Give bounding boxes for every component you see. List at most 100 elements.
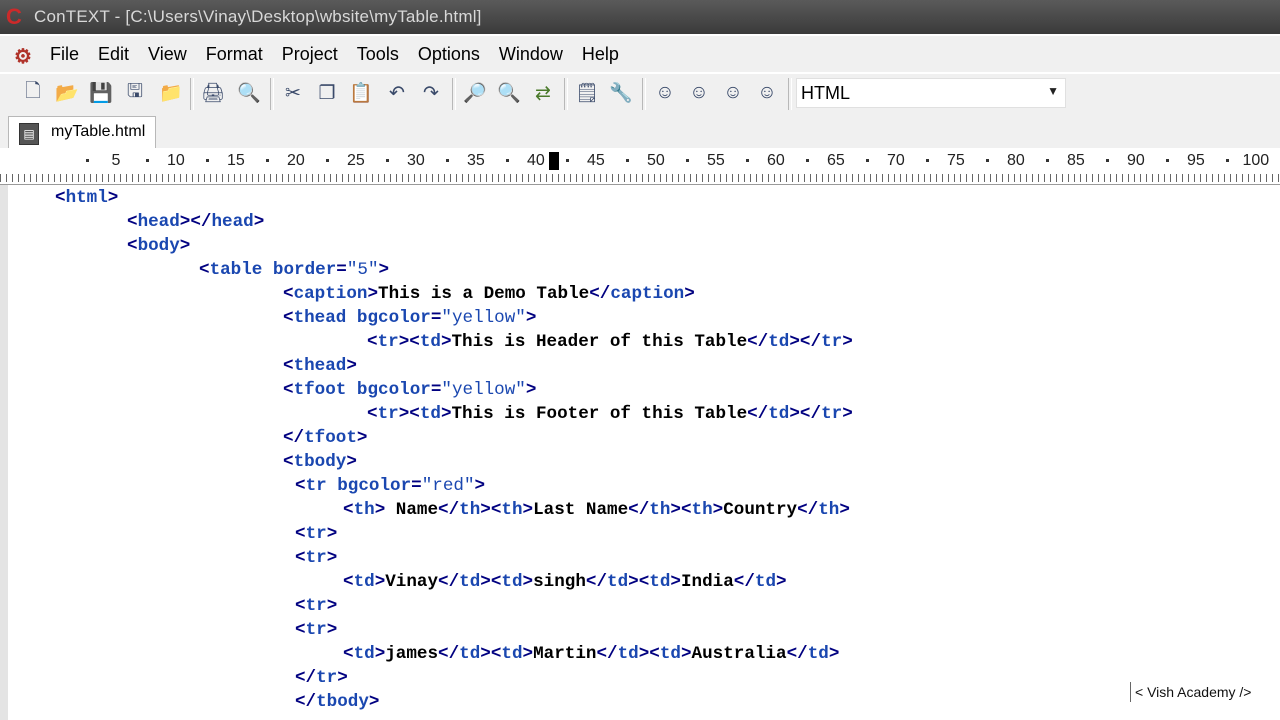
save-icon[interactable]: 💾 bbox=[88, 80, 114, 106]
code-text: singh bbox=[533, 572, 586, 592]
code-line[interactable]: <tfoot bgcolor="yellow"> bbox=[283, 378, 536, 402]
print-icon[interactable]: 🖨 bbox=[200, 80, 226, 106]
find-next-icon[interactable]: 🔍 bbox=[496, 80, 522, 106]
code-text: Martin bbox=[533, 644, 597, 664]
menu-format[interactable]: Format bbox=[206, 44, 272, 65]
code-line[interactable]: <tr> bbox=[295, 522, 337, 546]
code-punctuation: >< bbox=[670, 500, 692, 520]
code-punctuation: </ bbox=[786, 644, 808, 664]
code-line[interactable]: <tbody> bbox=[283, 450, 357, 474]
new-file-icon[interactable]: 🗋 bbox=[20, 80, 46, 106]
ruler-mark: 65 bbox=[827, 152, 845, 169]
open-folder-2-icon[interactable]: 📁 bbox=[158, 80, 184, 106]
code-tag: td bbox=[807, 644, 829, 664]
ruler-dot bbox=[686, 159, 689, 162]
ruler-dot bbox=[446, 159, 449, 162]
code-punctuation: < bbox=[283, 380, 294, 400]
find-icon[interactable]: 🔎 bbox=[462, 80, 488, 106]
code-tag: tr bbox=[305, 548, 327, 568]
code-tag: td bbox=[459, 572, 481, 592]
user-1-icon[interactable]: ☺ bbox=[652, 80, 678, 106]
code-line[interactable]: <table border="5"> bbox=[199, 258, 389, 282]
code-line[interactable]: <html> bbox=[55, 186, 118, 210]
code-line[interactable]: </tbody> bbox=[295, 690, 379, 714]
code-punctuation: </ bbox=[747, 332, 769, 352]
code-line[interactable]: </tr> bbox=[295, 666, 348, 690]
code-line[interactable]: <body> bbox=[127, 234, 190, 258]
code-line[interactable]: <th> Name</th><th>Last Name</th><th>Coun… bbox=[343, 498, 850, 522]
code-tag: td bbox=[768, 404, 790, 424]
ruler-dot bbox=[926, 159, 929, 162]
code-line[interactable]: <caption>This is a Demo Table</caption> bbox=[283, 282, 695, 306]
menu-window[interactable]: Window bbox=[499, 44, 572, 65]
print-preview-icon[interactable]: 🔍 bbox=[236, 80, 262, 106]
code-tag: table bbox=[209, 260, 263, 280]
menu-tools[interactable]: Tools bbox=[357, 44, 408, 65]
code-punctuation: </ bbox=[295, 692, 317, 712]
code-line[interactable]: <thead bgcolor="yellow"> bbox=[283, 306, 536, 330]
undo-icon[interactable]: ↶ bbox=[384, 80, 410, 106]
code-tag: tr bbox=[305, 620, 327, 640]
menu-help[interactable]: Help bbox=[582, 44, 628, 65]
code-punctuation: > bbox=[346, 356, 357, 376]
code-line[interactable]: <td>Vinay</td><td>singh</td><td>India</t… bbox=[343, 570, 787, 594]
code-line[interactable]: <tr> bbox=[295, 546, 337, 570]
code-line[interactable]: <tr><td>This is Footer of this Table</td… bbox=[367, 402, 853, 426]
code-line[interactable]: <td>james</td><td>Martin</td><td>Austral… bbox=[343, 642, 839, 666]
code-punctuation: > bbox=[326, 548, 338, 568]
code-punctuation: </ bbox=[295, 668, 317, 688]
code-tag: td bbox=[501, 572, 523, 592]
code-editor[interactable]: <html> <head></head> <body> <table border="… bbox=[0, 185, 1280, 720]
cut-icon[interactable]: ✂ bbox=[280, 80, 306, 106]
ruler-mark: 10 bbox=[167, 152, 185, 169]
chevron-down-icon[interactable]: ▼ bbox=[1047, 84, 1059, 98]
open-folder-icon[interactable]: 📂 bbox=[54, 80, 80, 106]
paste-icon[interactable]: 📋 bbox=[348, 80, 374, 106]
code-line[interactable]: <thead> bbox=[283, 354, 357, 378]
code-punctuation: < bbox=[367, 332, 378, 352]
code-punctuation: > bbox=[522, 500, 534, 520]
code-tag: tbody bbox=[316, 692, 369, 712]
code-punctuation: > bbox=[368, 692, 380, 712]
menu-edit[interactable]: Edit bbox=[98, 44, 138, 65]
code-tag: td bbox=[419, 332, 441, 352]
save-all-icon[interactable]: 🖫 bbox=[122, 80, 148, 106]
window-title: ConTEXT - [C:\Users\Vinay\Desktop\wbsite… bbox=[34, 7, 482, 26]
code-line[interactable]: </tfoot> bbox=[283, 426, 367, 450]
code-punctuation: > bbox=[326, 596, 338, 616]
ruler-dot bbox=[386, 159, 389, 162]
redo-icon[interactable]: ↷ bbox=[418, 80, 444, 106]
code-punctuation: > bbox=[107, 188, 119, 208]
document-properties-icon[interactable]: 🗒 bbox=[574, 80, 600, 106]
user-2-icon[interactable]: ☺ bbox=[686, 80, 712, 106]
code-line[interactable]: <tr bgcolor="red"> bbox=[295, 474, 485, 498]
menu-options[interactable]: Options bbox=[418, 44, 489, 65]
code-line[interactable]: <head></head> bbox=[127, 210, 264, 234]
code-tag: th bbox=[691, 500, 713, 520]
code-tag: tfoot bbox=[304, 428, 357, 448]
code-punctuation: < bbox=[367, 404, 378, 424]
app-menu-icon[interactable]: ⚙ bbox=[14, 44, 40, 68]
toolbar: 🗋 📂 💾 🖫 📁 🖨 🔍 ✂ ❐ 📋 ↶ ↷ 🔎 🔍 ⇄ 🗒 🔧 ☺ ☺ ☺ … bbox=[0, 74, 1280, 114]
code-line[interactable]: <tr><td>This is Header of this Table</td… bbox=[367, 330, 853, 354]
copy-icon[interactable]: ❐ bbox=[314, 80, 340, 106]
replace-icon[interactable]: ⇄ bbox=[530, 80, 556, 106]
code-line[interactable]: <tr> bbox=[295, 618, 337, 642]
code-punctuation: > bbox=[670, 572, 681, 592]
code-line[interactable]: <tr> bbox=[295, 594, 337, 618]
title-bar: C ConTEXT - [C:\Users\Vinay\Desktop\wbsi… bbox=[0, 0, 1280, 34]
user-3-icon[interactable]: ☺ bbox=[720, 80, 746, 106]
menu-project[interactable]: Project bbox=[282, 44, 347, 65]
code-punctuation: </ bbox=[733, 572, 755, 592]
code-punctuation: < bbox=[283, 284, 294, 304]
code-punctuation: </ bbox=[628, 500, 650, 520]
toolbar-separator bbox=[190, 78, 194, 110]
menu-view[interactable]: View bbox=[148, 44, 196, 65]
code-punctuation: > bbox=[367, 284, 379, 304]
user-4-icon[interactable]: ☺ bbox=[754, 80, 780, 106]
tab-mytable[interactable]: ▤ myTable.html bbox=[8, 116, 156, 149]
menu-file[interactable]: File bbox=[50, 44, 88, 65]
code-punctuation: </ bbox=[438, 644, 460, 664]
tools-icon[interactable]: 🔧 bbox=[608, 80, 634, 106]
language-select[interactable]: HTML ▼ bbox=[796, 78, 1066, 108]
